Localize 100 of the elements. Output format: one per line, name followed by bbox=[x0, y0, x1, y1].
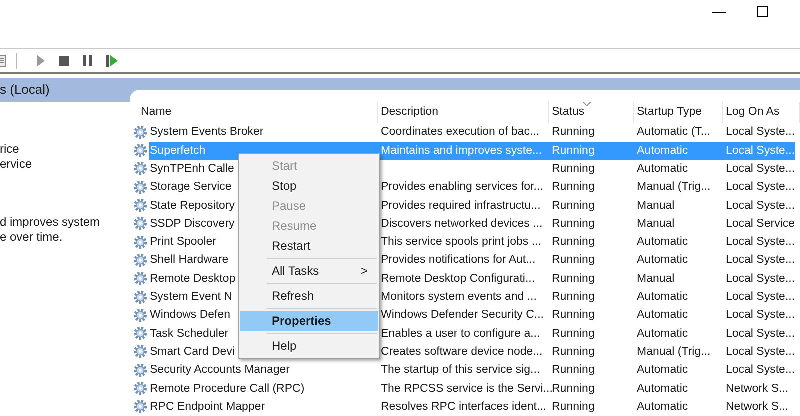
link-text: ervice bbox=[0, 157, 32, 172]
table-cell: Running bbox=[552, 235, 595, 250]
play-icon[interactable] bbox=[37, 54, 45, 66]
pause-icon[interactable] bbox=[83, 55, 92, 66]
table-cell: Local Syste... bbox=[726, 253, 796, 268]
table-cell: Maintains and improves syste... bbox=[381, 144, 542, 158]
menu-item[interactable]: Help bbox=[240, 336, 378, 356]
table-cell: Automatic bbox=[637, 400, 688, 414]
link-text: rice bbox=[0, 142, 20, 157]
table-cell: Automatic bbox=[637, 382, 688, 396]
menu-item[interactable]: Stop bbox=[240, 176, 378, 196]
menu-item[interactable]: Refresh bbox=[240, 286, 378, 306]
gear-icon bbox=[133, 381, 148, 396]
table-cell: Running bbox=[552, 308, 595, 322]
table-cell: Remote Procedure Call (RPC) bbox=[150, 382, 305, 396]
table-cell: Coordinates execution of bac... bbox=[381, 125, 540, 140]
table-cell: Automatic bbox=[637, 253, 688, 268]
maximize-button[interactable] bbox=[757, 6, 768, 17]
column-header[interactable]: Log On As bbox=[723, 102, 800, 124]
table-cell: Automatic bbox=[637, 290, 688, 304]
table-cell: Running bbox=[552, 144, 595, 158]
table-cell: Manual bbox=[637, 272, 675, 286]
table-cell: Remote Desktop Configurati... bbox=[381, 272, 536, 286]
table-cell: Manual (Trig... bbox=[637, 180, 711, 194]
pane-title: s (Local) bbox=[0, 81, 50, 100]
table-cell: SSDP Discovery bbox=[150, 216, 235, 231]
stop-icon[interactable] bbox=[59, 56, 69, 66]
gear-icon bbox=[133, 344, 148, 360]
table-cell: Manual bbox=[637, 198, 675, 213]
table-cell: Local Syste... bbox=[726, 326, 796, 341]
table-cell: Running bbox=[552, 363, 595, 378]
table-cell: Local Syste... bbox=[726, 162, 796, 176]
table-cell: Automatic bbox=[637, 363, 688, 378]
table-cell: Local Syste... bbox=[726, 180, 796, 194]
table-cell: Creates software device node... bbox=[381, 344, 543, 359]
table-cell: Local Syste... bbox=[726, 290, 796, 304]
gear-icon bbox=[133, 271, 148, 286]
gear-icon bbox=[133, 326, 148, 342]
table-cell: Smart Card Devi bbox=[150, 344, 235, 359]
gear-icon bbox=[133, 362, 148, 378]
table-cell: Automatic (T... bbox=[637, 125, 710, 140]
table-cell: Local Syste... bbox=[726, 144, 796, 158]
table-cell: Provides required infrastructu... bbox=[381, 198, 541, 213]
gear-icon bbox=[133, 234, 148, 250]
column-header[interactable]: Startup Type bbox=[634, 102, 723, 124]
gear-icon bbox=[133, 290, 148, 305]
column-header[interactable]: Name bbox=[138, 102, 378, 124]
menu-item[interactable]: Properties bbox=[240, 311, 378, 331]
table-cell: Monitors system events and ... bbox=[381, 290, 537, 304]
table-cell: Running bbox=[552, 272, 595, 286]
gear-icon bbox=[133, 180, 148, 195]
table-cell: Local Syste... bbox=[726, 344, 796, 359]
table-cell: Automatic bbox=[637, 326, 688, 341]
table-cell: Shell Hardware bbox=[150, 253, 229, 268]
table-cell: System Events Broker bbox=[150, 125, 264, 140]
table-cell: Manual bbox=[637, 216, 675, 231]
gear-icon bbox=[133, 161, 148, 176]
table-cell: Automatic bbox=[637, 144, 688, 158]
table-cell: Running bbox=[552, 326, 595, 341]
resume-icon[interactable] bbox=[106, 54, 118, 66]
table-cell: Local Syste... bbox=[726, 308, 796, 322]
description-text: d improves system bbox=[0, 215, 100, 230]
table-cell: Task Scheduler bbox=[150, 326, 229, 341]
table-cell: Running bbox=[552, 216, 595, 231]
table-cell: Discovers networked devices ... bbox=[381, 216, 543, 231]
gear-icon bbox=[133, 399, 148, 414]
table-cell: Local Syste... bbox=[726, 198, 796, 213]
column-header[interactable]: Status bbox=[549, 102, 634, 124]
table-cell: Running bbox=[552, 180, 595, 194]
table-cell: Local Syste... bbox=[726, 272, 796, 286]
table-cell: Local Syste... bbox=[726, 125, 796, 140]
table-cell: Local Syste... bbox=[726, 235, 796, 250]
gear-icon bbox=[133, 216, 148, 232]
table-cell: Network S... bbox=[726, 400, 789, 414]
menu-item[interactable]: All Tasks > bbox=[240, 261, 378, 281]
table-cell: Running bbox=[552, 253, 595, 268]
submenu-arrow: > bbox=[360, 263, 368, 280]
sort-caret-icon bbox=[583, 102, 591, 106]
table-cell: System Event N bbox=[150, 290, 232, 304]
table-cell: Provides enabling services for... bbox=[381, 180, 544, 194]
table-cell: Local Service bbox=[726, 216, 796, 231]
table-cell: Manual (Trig... bbox=[637, 344, 711, 359]
table-cell: The startup of this service sig... bbox=[381, 363, 540, 378]
gear-icon bbox=[133, 308, 148, 323]
description-text: e over time. bbox=[0, 230, 63, 245]
menu-item[interactable]: Restart bbox=[240, 236, 378, 256]
table-cell: Running bbox=[552, 198, 595, 213]
table-cell: Remote Desktop bbox=[150, 272, 236, 286]
column-header[interactable]: Description bbox=[378, 102, 549, 124]
table-cell: Running bbox=[552, 125, 595, 140]
table-cell: Security Accounts Manager bbox=[150, 363, 290, 378]
table-cell: This service spools print jobs ... bbox=[381, 235, 542, 250]
table-cell: Running bbox=[552, 290, 595, 304]
table-cell: Network S... bbox=[726, 382, 789, 396]
table-cell: SynTPEnh Calle bbox=[150, 162, 234, 176]
table-cell: Provides notifications for Aut... bbox=[381, 253, 536, 268]
gear-icon bbox=[133, 143, 148, 158]
gear-icon bbox=[133, 124, 148, 140]
table-cell: Resolves RPC interfaces ident... bbox=[381, 400, 547, 414]
table-cell: The RPCSS service is the Servi... bbox=[381, 382, 553, 396]
